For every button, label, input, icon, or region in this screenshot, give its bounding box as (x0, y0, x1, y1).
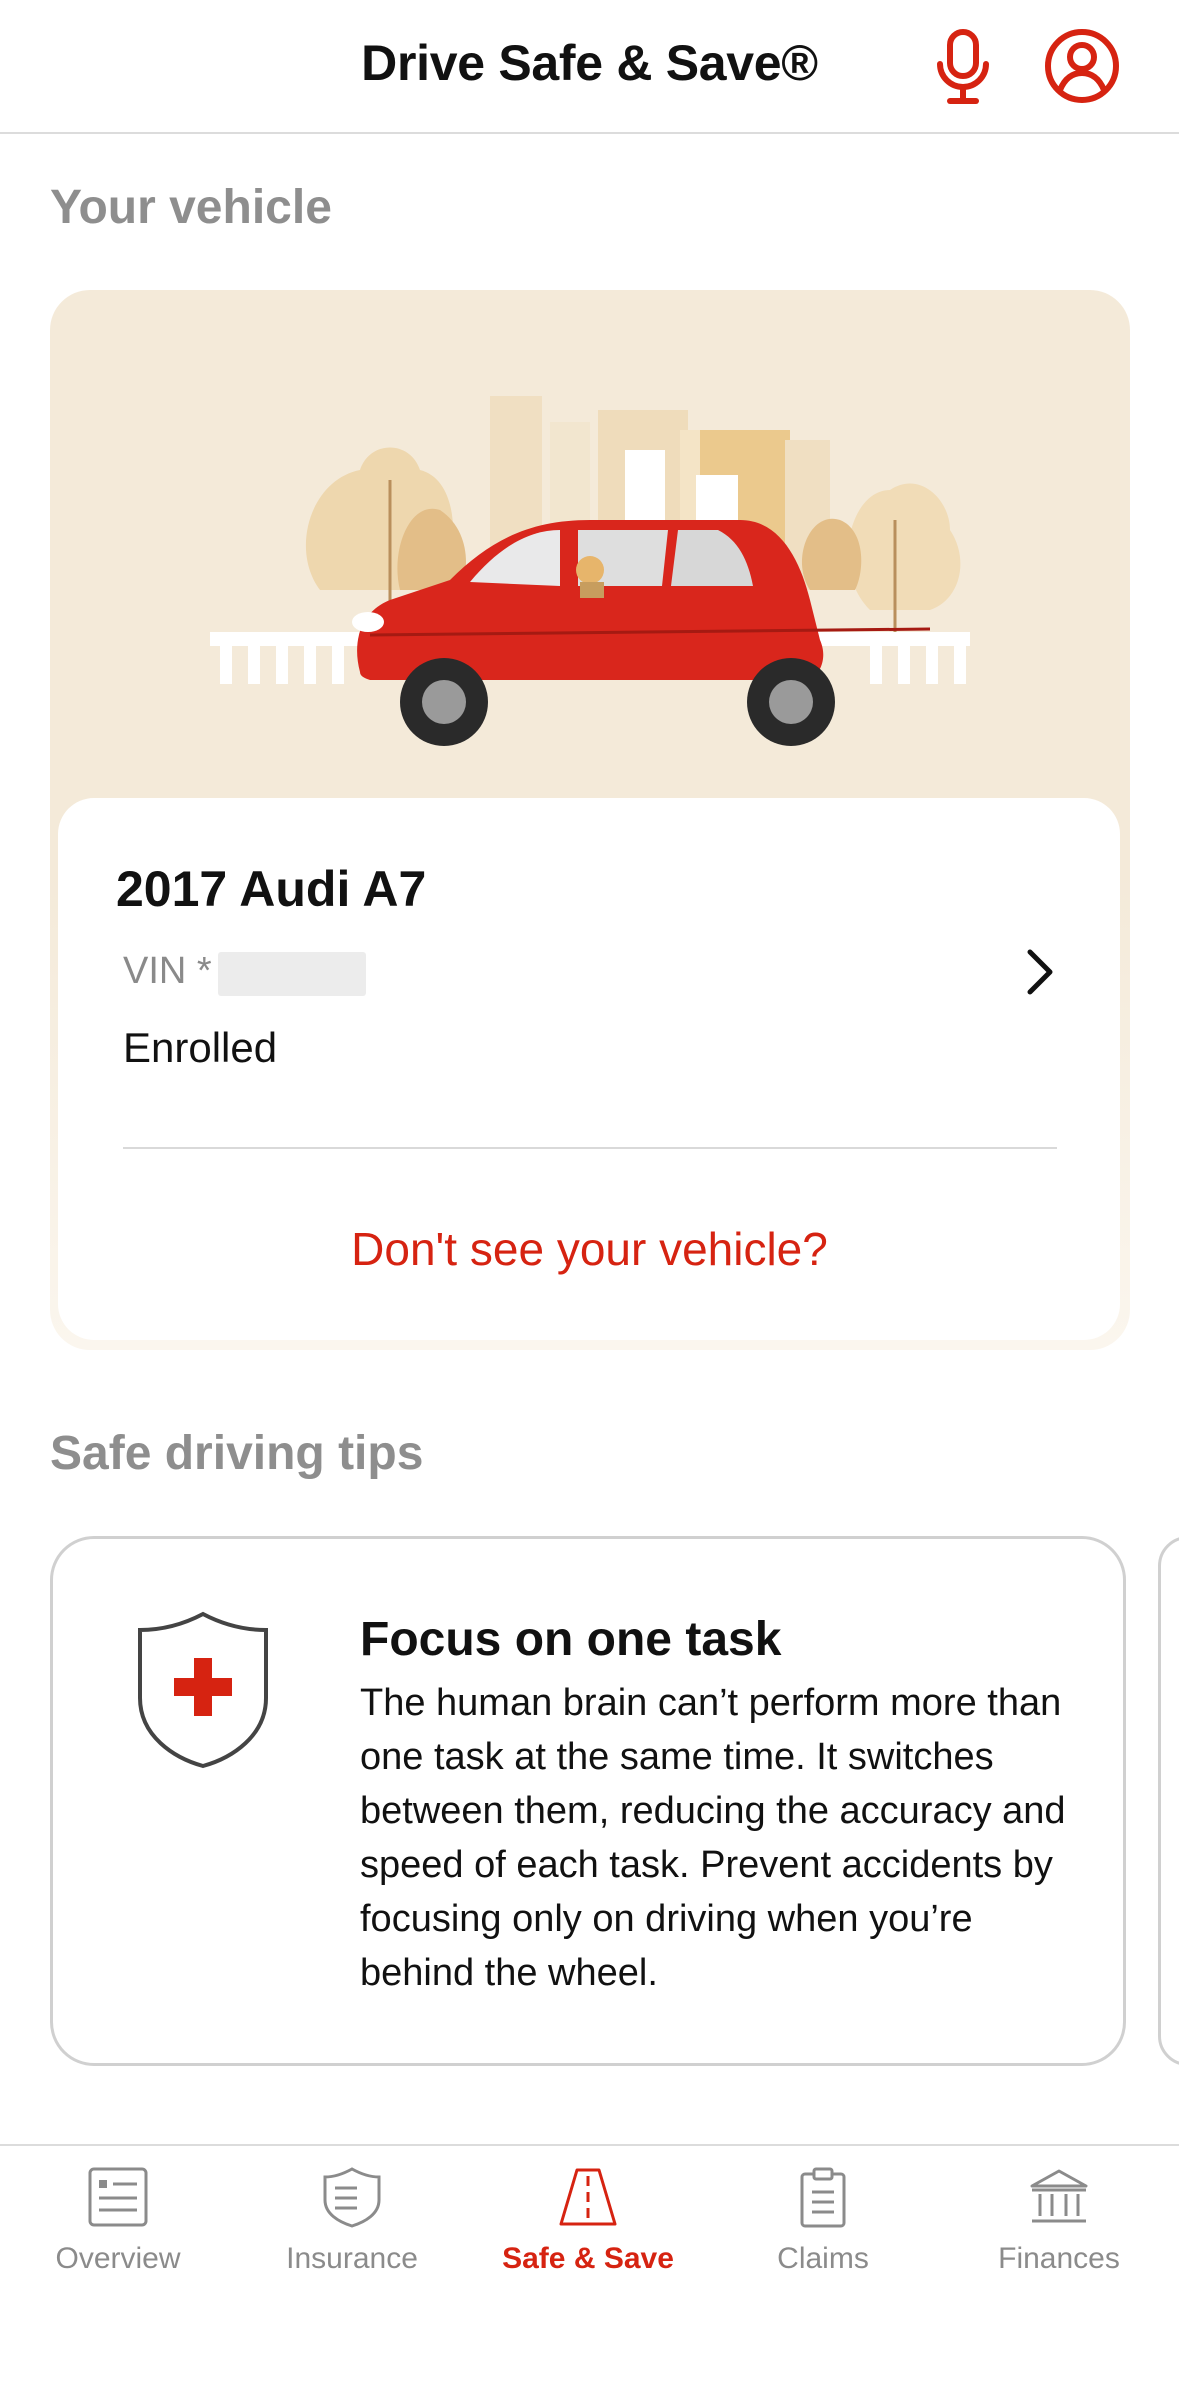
missing-vehicle-link[interactable]: Don't see your vehicle? (0, 1222, 1179, 1276)
tip-body: The human brain can’t perform more than … (360, 1682, 1066, 1994)
your-vehicle-heading: Your vehicle (50, 181, 332, 234)
vin-redacted (218, 952, 366, 996)
nav-safe-and-save[interactable]: Safe & Save (470, 2166, 706, 2296)
tip-title: Focus on one task (360, 1613, 782, 1666)
divider (123, 1147, 1057, 1149)
road-icon (559, 2168, 617, 2226)
vehicle-name: 2017 Audi A7 (116, 861, 427, 917)
nav-safe-and-save-label: Safe & Save (502, 2242, 674, 2275)
next-tip-card[interactable] (1158, 1536, 1179, 2066)
shield-cross-icon (134, 1608, 272, 1772)
app-header: Drive Safe & Save® (0, 0, 1179, 134)
user-circle-icon[interactable] (1044, 28, 1120, 104)
safe-driving-tips-heading: Safe driving tips (50, 1427, 424, 1480)
car-illustration (210, 396, 970, 746)
vin-label: VIN * (123, 950, 212, 992)
bank-icon (1030, 2169, 1088, 2223)
nav-overview-label: Overview (55, 2242, 181, 2275)
clipboard-icon (800, 2167, 846, 2228)
insurance-shield-icon (323, 2167, 381, 2228)
chevron-right-icon[interactable] (1016, 946, 1064, 998)
nav-insurance[interactable]: Insurance (234, 2166, 470, 2296)
nav-finances-label: Finances (998, 2242, 1120, 2275)
nav-claims[interactable]: Claims (705, 2166, 941, 2296)
nav-claims-label: Claims (777, 2242, 869, 2275)
enrollment-status: Enrolled (123, 1024, 278, 1071)
nav-insurance-label: Insurance (286, 2242, 418, 2275)
vehicle-card[interactable] (50, 290, 1130, 1350)
microphone-icon[interactable] (928, 28, 998, 108)
nav-finances[interactable]: Finances (941, 2166, 1177, 2296)
overview-list-icon (88, 2167, 148, 2227)
nav-overview[interactable]: Overview (0, 2166, 236, 2296)
page-title: Drive Safe & Save® (361, 35, 818, 91)
